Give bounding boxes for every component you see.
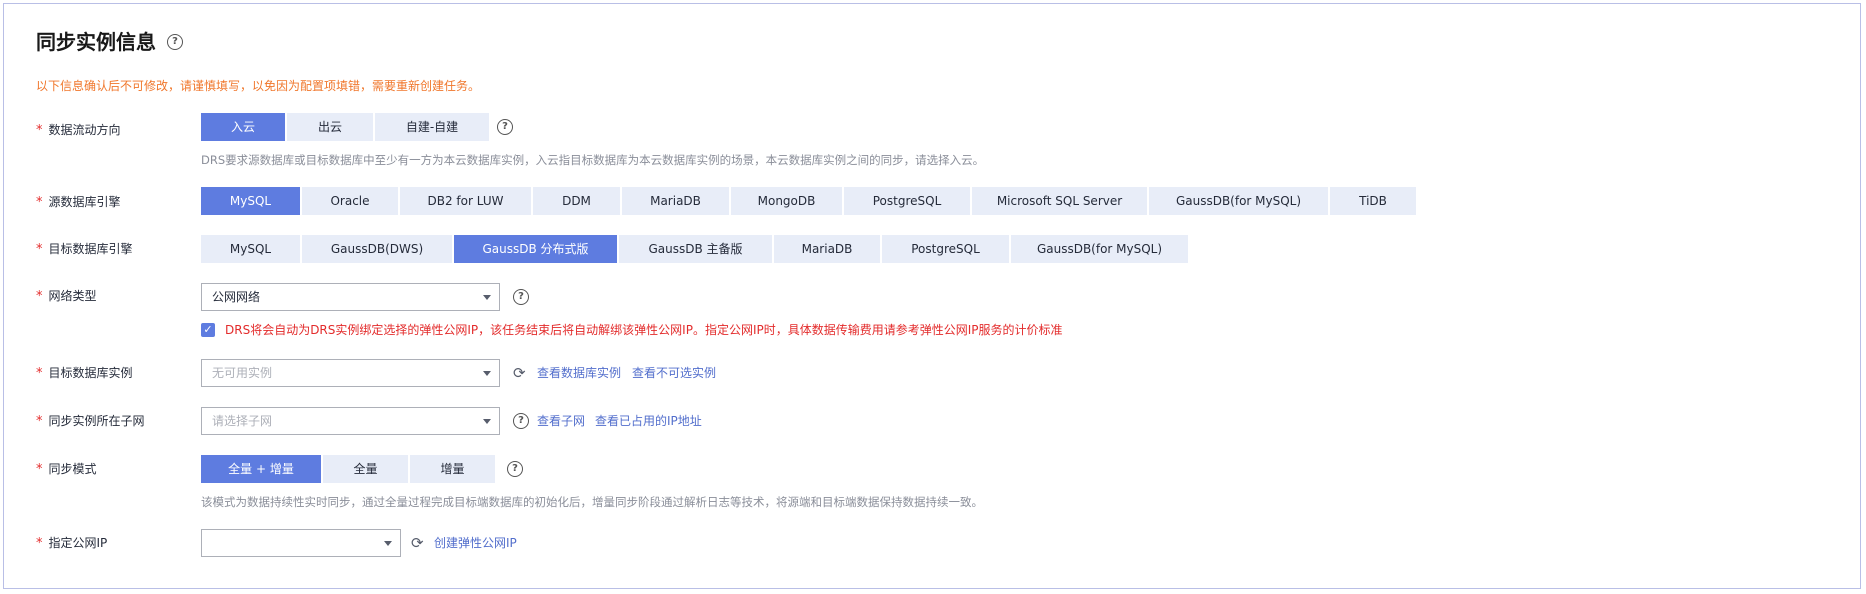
- chevron-down-icon: [483, 295, 491, 300]
- sync-mode-label: * 同步模式: [36, 462, 97, 477]
- target-engine-option[interactable]: MariaDB: [774, 235, 880, 263]
- public-ip-label-text: 指定公网IP: [48, 536, 108, 550]
- target-engine-option[interactable]: MySQL: [201, 235, 300, 263]
- question-circle-icon[interactable]: ?: [513, 413, 529, 429]
- subnet-label-text: 同步实例所在子网: [48, 414, 145, 428]
- source-engine-option[interactable]: PostgreSQL: [844, 187, 970, 215]
- question-circle-icon[interactable]: ?: [167, 34, 183, 50]
- refresh-icon[interactable]: ⟳: [513, 365, 526, 381]
- refresh-icon[interactable]: ⟳: [411, 535, 424, 551]
- checkbox-checked-icon[interactable]: ✓: [201, 323, 215, 337]
- direction-segment: 入云 出云 自建-自建: [201, 113, 491, 141]
- source-engine-option[interactable]: Oracle: [302, 187, 398, 215]
- eip-notice: DRS将会自动为DRS实例绑定选择的弹性公网IP，该任务结束后将自动解绑该弹性公…: [225, 323, 1063, 337]
- source-engine-option[interactable]: GaussDB(for MySQL): [1149, 187, 1328, 215]
- subnet-placeholder: 请选择子网: [212, 414, 273, 428]
- chevron-down-icon: [483, 371, 491, 376]
- view-db-instance-link[interactable]: 查看数据库实例: [537, 365, 621, 381]
- source-engine-option[interactable]: TiDB: [1330, 187, 1416, 215]
- target-instance-placeholder: 无可用实例: [212, 366, 273, 380]
- network-type-select[interactable]: 公网网络: [201, 283, 500, 311]
- source-engine-label-text: 源数据库引擎: [48, 195, 121, 209]
- network-type-value: 公网网络: [212, 290, 261, 304]
- target-instance-select[interactable]: 无可用实例: [201, 359, 500, 387]
- question-circle-icon[interactable]: ?: [507, 461, 523, 477]
- source-engine-option[interactable]: MariaDB: [622, 187, 729, 215]
- direction-option-self[interactable]: 自建-自建: [375, 113, 489, 141]
- view-subnet-link[interactable]: 查看子网: [537, 413, 585, 429]
- direction-hint: DRS要求源数据库或目标数据库中至少有一方为本云数据库实例，入云指目标数据库为本…: [201, 153, 985, 167]
- sync-mode-hint: 该模式为数据持续性实时同步，通过全量过程完成目标端数据库的初始化后，增量同步阶段…: [201, 495, 983, 509]
- target-instance-label: * 目标数据库实例: [36, 366, 133, 381]
- chevron-down-icon: [483, 419, 491, 424]
- target-engine-option[interactable]: GaussDB(DWS): [302, 235, 452, 263]
- chevron-down-icon: [384, 541, 392, 546]
- sync-mode-option[interactable]: 增量: [410, 455, 495, 483]
- source-engine-segment: MySQL Oracle DB2 for LUW DDM MariaDB Mon…: [201, 187, 1418, 215]
- target-instance-label-text: 目标数据库实例: [48, 366, 133, 380]
- sync-mode-option[interactable]: 全量 + 增量: [201, 455, 321, 483]
- network-label: * 网络类型: [36, 289, 97, 304]
- view-used-ip-link[interactable]: 查看已占用的IP地址: [595, 413, 702, 429]
- view-unavailable-instance-link[interactable]: 查看不可选实例: [632, 365, 716, 381]
- source-engine-label: * 源数据库引擎: [36, 195, 121, 210]
- target-engine-option[interactable]: GaussDB(for MySQL): [1011, 235, 1188, 263]
- target-engine-option[interactable]: GaussDB 分布式版: [454, 235, 617, 263]
- subnet-label: * 同步实例所在子网: [36, 414, 145, 429]
- page-title: 同步实例信息: [36, 30, 156, 54]
- direction-option-out[interactable]: 出云: [287, 113, 373, 141]
- direction-label: * 数据流动方向: [36, 123, 121, 138]
- target-engine-segment: MySQL GaussDB(DWS) GaussDB 分布式版 GaussDB …: [201, 235, 1190, 263]
- network-label-text: 网络类型: [48, 289, 97, 303]
- source-engine-option[interactable]: MongoDB: [731, 187, 842, 215]
- source-engine-option[interactable]: Microsoft SQL Server: [972, 187, 1147, 215]
- create-eip-link[interactable]: 创建弹性公网IP: [434, 535, 517, 551]
- warning-text: 以下信息确认后不可修改，请谨慎填写，以免因为配置项填错，需要重新创建任务。: [36, 79, 481, 93]
- sync-mode-label-text: 同步模式: [48, 462, 97, 476]
- source-engine-option[interactable]: DDM: [533, 187, 620, 215]
- source-engine-option[interactable]: MySQL: [201, 187, 300, 215]
- target-engine-option[interactable]: GaussDB 主备版: [619, 235, 772, 263]
- source-engine-option[interactable]: DB2 for LUW: [400, 187, 531, 215]
- question-circle-icon[interactable]: ?: [513, 289, 529, 305]
- public-ip-label: * 指定公网IP: [36, 536, 108, 551]
- direction-option-in[interactable]: 入云: [201, 113, 285, 141]
- target-engine-option[interactable]: PostgreSQL: [882, 235, 1009, 263]
- sync-mode-option[interactable]: 全量: [323, 455, 408, 483]
- direction-label-text: 数据流动方向: [48, 123, 121, 137]
- public-ip-select[interactable]: [201, 529, 401, 557]
- target-engine-label-text: 目标数据库引擎: [48, 242, 133, 256]
- sync-mode-segment: 全量 + 增量 全量 增量: [201, 455, 497, 483]
- subnet-select[interactable]: 请选择子网: [201, 407, 500, 435]
- target-engine-label: * 目标数据库引擎: [36, 242, 133, 257]
- question-circle-icon[interactable]: ?: [497, 119, 513, 135]
